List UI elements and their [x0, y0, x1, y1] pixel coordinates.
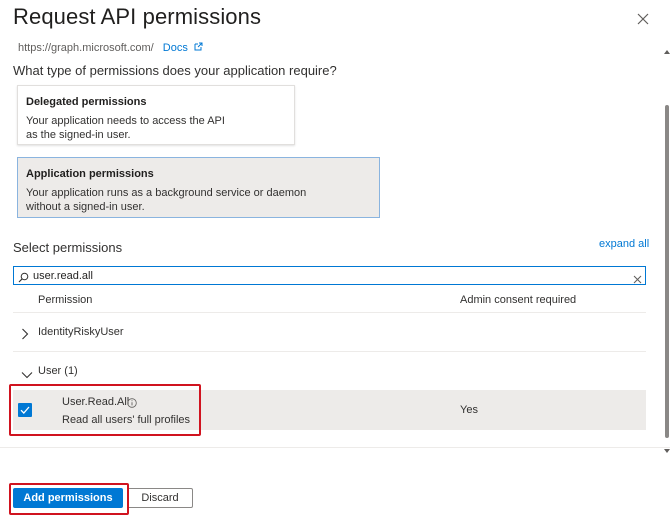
add-permissions-button[interactable]: Add permissions	[13, 488, 123, 508]
group-label: User (1)	[38, 365, 78, 377]
info-icon[interactable]	[127, 395, 137, 413]
docs-link[interactable]: Docs	[163, 42, 188, 54]
scroll-down-arrow-icon[interactable]	[664, 440, 670, 458]
column-header-admin-consent: Admin consent required	[460, 294, 577, 306]
chevron-down-icon	[21, 366, 33, 384]
expand-all-link[interactable]: expand all	[599, 238, 649, 250]
application-permissions-card[interactable]: Application permissions Your application…	[17, 157, 380, 218]
permission-search-input[interactable]	[33, 268, 623, 283]
permission-description: Read all users' full profiles	[62, 414, 191, 426]
card-description: Your application needs to access the API…	[26, 115, 225, 141]
card-title: Delegated permissions	[26, 96, 147, 108]
card-description: Your application runs as a background se…	[26, 187, 307, 213]
column-header-permission: Permission	[38, 294, 93, 306]
permission-search-input-box[interactable]	[13, 266, 646, 285]
footer-divider	[0, 447, 670, 448]
permission-type-question: What type of permissions does your appli…	[13, 63, 337, 78]
group-label: IdentityRiskyUser	[38, 326, 124, 338]
external-link-icon	[194, 42, 203, 54]
scrollbar-thumb[interactable]	[665, 105, 669, 438]
permissions-scroll-area: https://graph.microsoft.com/ Docs What t…	[0, 36, 670, 446]
permissions-table-header: Permission Admin consent required	[13, 289, 646, 313]
panel-title: Request API permissions	[13, 4, 262, 29]
permission-name: User.Read.All	[62, 396, 130, 408]
scroll-up-arrow-icon[interactable]	[664, 41, 670, 59]
card-title: Application permissions	[26, 168, 154, 180]
chevron-right-icon	[21, 327, 29, 345]
clear-search-icon[interactable]	[633, 271, 642, 289]
select-permissions-label: Select permissions	[13, 240, 123, 255]
permission-checkbox[interactable]	[18, 403, 32, 417]
search-icon	[18, 270, 29, 288]
discard-button[interactable]: Discard	[127, 488, 193, 508]
delegated-permissions-card[interactable]: Delegated permissions Your application n…	[17, 85, 295, 145]
api-url-clipped: https://graph.microsoft.com/ Docs	[18, 42, 203, 54]
api-url: https://graph.microsoft.com/	[18, 42, 154, 54]
permission-row-user-read-all[interactable]: User.Read.All Read all users' full profi…	[13, 390, 646, 430]
admin-consent-value: Yes	[460, 404, 478, 416]
permission-group-user[interactable]: User (1)	[13, 353, 646, 391]
permission-group-identityriskyuser[interactable]: IdentityRiskyUser	[13, 314, 646, 352]
close-icon[interactable]	[632, 8, 654, 30]
